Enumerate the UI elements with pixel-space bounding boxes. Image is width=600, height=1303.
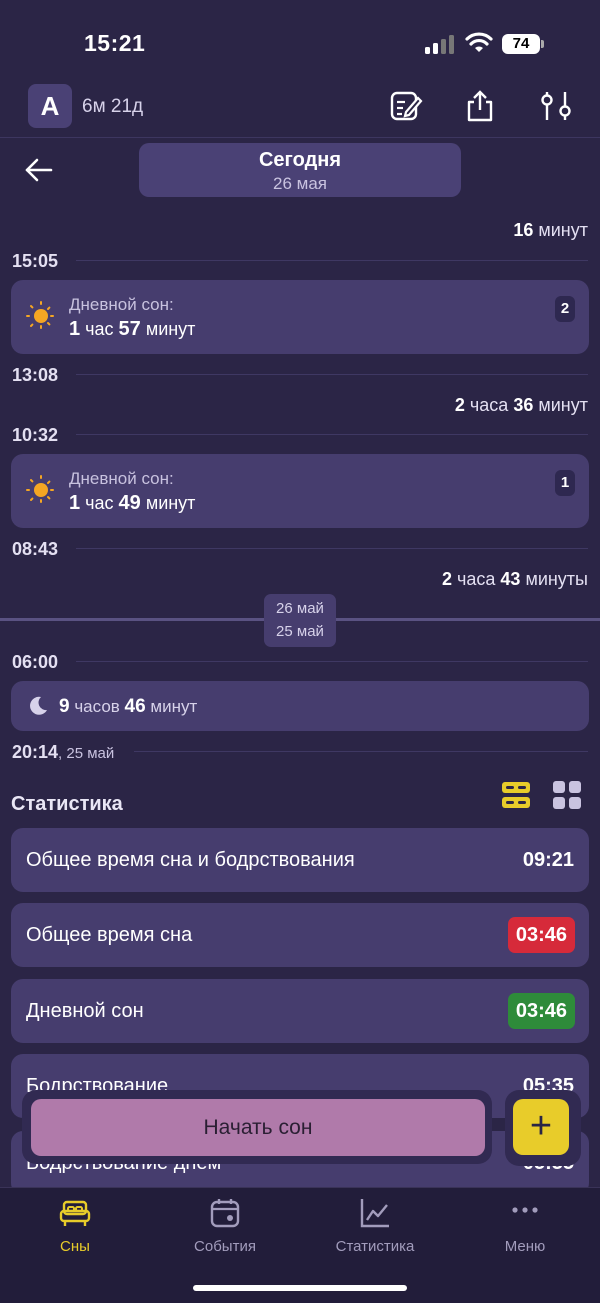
timeline-divider xyxy=(76,548,588,549)
timeline-divider xyxy=(76,260,588,261)
timeline-time: 08:43 xyxy=(12,539,59,559)
status-time: 15:21 xyxy=(84,30,146,56)
tab-sleeps[interactable]: Сны xyxy=(0,1196,150,1255)
tab-events[interactable]: События xyxy=(150,1196,300,1255)
timeline-time: 13:08 xyxy=(12,365,59,385)
moon-icon xyxy=(30,696,47,715)
nap-number-badge: 1 xyxy=(555,470,575,496)
stat-value-badge: 03:46 xyxy=(507,917,575,953)
start-sleep-button[interactable]: Начать сон xyxy=(31,1099,485,1156)
date-subtitle: 26 мая xyxy=(273,174,327,193)
awake-duration: 2 часа 43 минуты xyxy=(441,569,588,589)
stat-name: Общее время сна xyxy=(26,924,193,946)
battery-indicator: 74 xyxy=(502,34,540,54)
tab-label: Сны xyxy=(60,1238,90,1255)
stat-name: Дневной сон xyxy=(26,1000,144,1022)
chart-icon xyxy=(360,1199,389,1228)
nap-duration: 1 час 49 минут xyxy=(69,492,196,514)
tab-label: События xyxy=(194,1238,256,1255)
filter-sliders-icon[interactable] xyxy=(538,88,574,124)
night-duration: 9 часов 46 минут xyxy=(59,696,198,717)
child-avatar[interactable]: A xyxy=(28,84,72,128)
wifi-icon xyxy=(465,32,493,52)
edit-note-icon[interactable] xyxy=(388,88,424,124)
sun-icon xyxy=(26,475,56,505)
back-arrow-icon[interactable] xyxy=(24,156,54,184)
header-divider xyxy=(0,137,600,138)
awake-duration: 16 минут xyxy=(513,220,588,240)
nap-card[interactable]: Дневной сон: 1 час 57 минут 2 xyxy=(11,280,589,354)
tab-label: Меню xyxy=(504,1238,546,1255)
more-icon xyxy=(512,1207,538,1213)
stat-row-sleep-total[interactable]: Общее время сна 03:46 xyxy=(11,903,589,967)
nap-card[interactable]: Дневной сон: 1 час 49 минут 1 xyxy=(11,454,589,528)
tab-label: Статистика xyxy=(335,1238,415,1255)
calendar-icon xyxy=(210,1199,240,1228)
day-change-chip: 26 май 25 май xyxy=(264,594,336,647)
stat-value-badge: 03:46 xyxy=(507,993,575,1029)
cellular-signal-icon xyxy=(425,34,455,54)
timeline-divider xyxy=(76,374,588,375)
add-event-button[interactable]: + xyxy=(513,1099,569,1155)
timeline-divider xyxy=(134,751,588,752)
timeline-time: 15:05 xyxy=(12,251,59,271)
nap-label: Дневной сон: xyxy=(69,469,174,488)
child-age: 6м 21д xyxy=(82,96,144,117)
timeline-divider xyxy=(76,434,588,435)
battery-nub xyxy=(541,40,544,48)
stat-row-total[interactable]: Общее время сна и бодрствования 09:21 xyxy=(11,828,589,892)
home-indicator xyxy=(193,1285,407,1291)
grid-view-icon[interactable] xyxy=(552,780,582,810)
stats-title: Статистика xyxy=(11,793,123,815)
nap-number-badge: 2 xyxy=(555,296,575,322)
timeline-time: 06:00 xyxy=(12,652,59,672)
stat-row-day-sleep[interactable]: Дневной сон 03:46 xyxy=(11,979,589,1043)
sun-icon xyxy=(26,301,56,331)
tab-statistics[interactable]: Статистика xyxy=(300,1196,450,1255)
timeline-time: 20:14, 25 май xyxy=(12,742,115,762)
nap-duration: 1 час 57 минут xyxy=(69,318,196,340)
tab-menu[interactable]: Меню xyxy=(450,1196,600,1255)
stat-name: Общее время сна и бодрствования xyxy=(26,849,355,871)
date-title: Сегодня xyxy=(258,149,342,171)
date-selector[interactable]: Сегодня 26 мая xyxy=(139,143,461,197)
bed-icon xyxy=(59,1200,91,1226)
awake-duration: 2 часа 36 минут xyxy=(454,395,588,415)
list-view-icon[interactable] xyxy=(501,780,531,810)
timeline-divider xyxy=(76,661,588,662)
timeline-time: 10:32 xyxy=(12,425,59,445)
share-icon[interactable] xyxy=(462,88,498,124)
stat-value: 09:21 xyxy=(522,849,574,871)
night-sleep-card[interactable]: 9 часов 46 минут xyxy=(11,681,589,731)
nap-label: Дневной сон: xyxy=(69,295,174,314)
